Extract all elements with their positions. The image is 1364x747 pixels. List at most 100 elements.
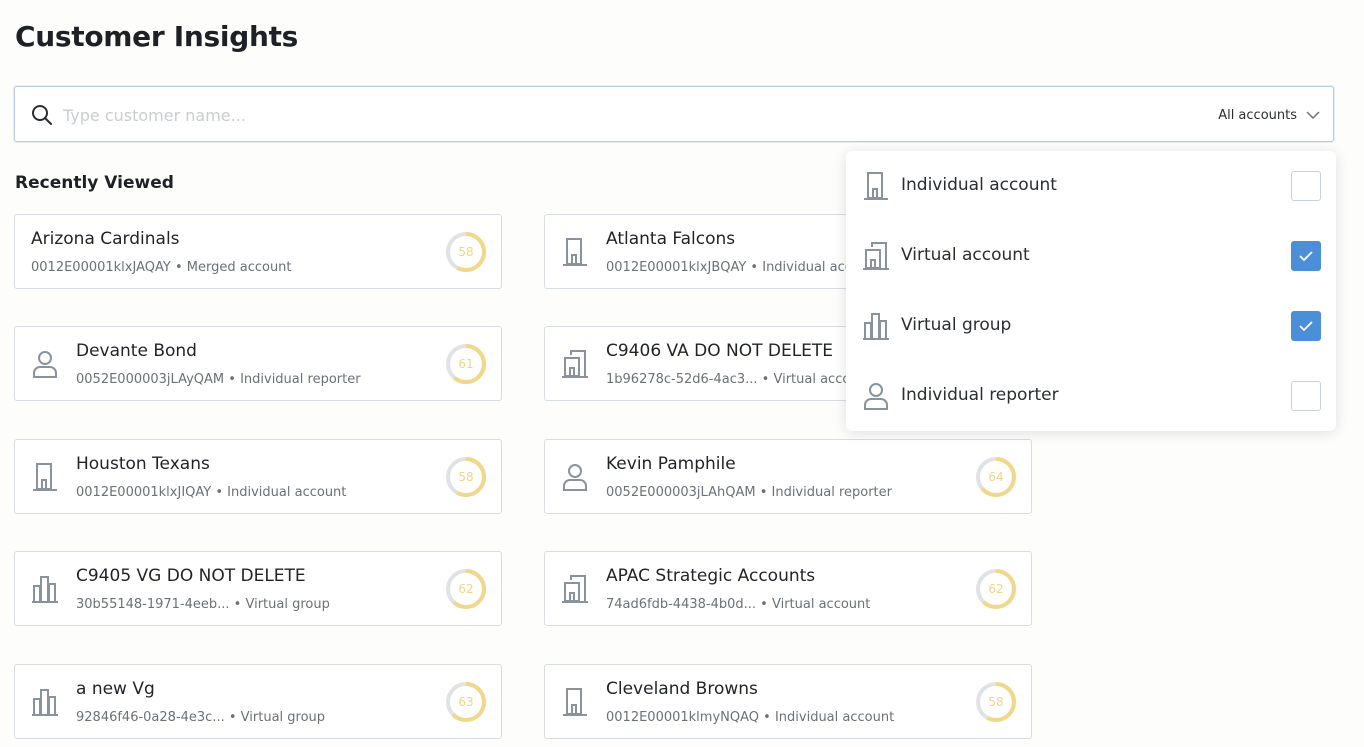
filter-option-label: Individual reporter bbox=[901, 385, 1059, 405]
filter-option[interactable]: Individual account bbox=[846, 151, 1336, 221]
check-icon bbox=[1299, 251, 1313, 262]
filter-option-label: Individual account bbox=[901, 175, 1057, 195]
recent-customer-card[interactable]: Arizona Cardinals 0012E00001klxJAQAY • Me… bbox=[14, 214, 502, 289]
recent-customer-card[interactable]: APAC Strategic Accounts 74ad6fdb-4438-4b0… bbox=[544, 551, 1032, 626]
customer-name: APAC Strategic Accounts bbox=[606, 566, 816, 586]
customer-meta: 0012E00001klmyNQAQ • Individual account bbox=[606, 710, 894, 725]
meta-separator: • bbox=[224, 372, 241, 387]
customer-id: 1b96278c-52d6-4ac3... bbox=[606, 372, 758, 387]
customer-type: Individual reporter bbox=[771, 485, 893, 500]
virtual-account-icon bbox=[561, 349, 589, 379]
score-value: 64 bbox=[988, 470, 1004, 484]
meta-separator: • bbox=[755, 485, 772, 500]
person-icon bbox=[862, 381, 890, 411]
customer-type: Individual account bbox=[774, 710, 895, 725]
building-icon bbox=[561, 237, 589, 267]
filter-option[interactable]: Individual reporter bbox=[846, 361, 1336, 431]
recent-customer-card[interactable]: Kevin Pamphile 0052E000003jLAhQAM • Indiv… bbox=[544, 439, 1032, 514]
score-value: 62 bbox=[458, 582, 474, 596]
customer-name: Kevin Pamphile bbox=[606, 454, 736, 474]
customer-id: 30b55148-1971-4eeb... bbox=[76, 597, 230, 612]
customer-meta: 30b55148-1971-4eeb... • Virtual group bbox=[76, 597, 330, 612]
building-icon bbox=[561, 687, 589, 717]
virtual-group-icon bbox=[31, 574, 59, 604]
check-icon bbox=[1299, 321, 1313, 332]
score-value: 58 bbox=[458, 470, 474, 484]
recent-customer-card[interactable]: C9405 VG DO NOT DELETE 30b55148-1971-4eeb… bbox=[14, 551, 502, 626]
meta-separator: • bbox=[756, 597, 772, 612]
score-value: 62 bbox=[988, 582, 1004, 596]
customer-id: 0012E00001klxJAQAY bbox=[31, 260, 171, 275]
customer-meta: 92846f46-0a28-4e3c... • Virtual group bbox=[76, 710, 325, 725]
search-icon bbox=[32, 105, 52, 125]
filter-option-checkbox[interactable] bbox=[1291, 171, 1321, 201]
customer-meta: 0052E000003jLAyQAM • Individual reporter bbox=[76, 372, 361, 387]
page-title: Customer Insights bbox=[15, 20, 299, 53]
filter-option-checkbox[interactable] bbox=[1291, 241, 1321, 271]
filter-option-checkbox[interactable] bbox=[1291, 381, 1321, 411]
customer-type: Individual reporter bbox=[240, 372, 361, 387]
score-value: 61 bbox=[458, 357, 474, 371]
virtual-account-icon bbox=[561, 574, 589, 604]
customer-id: 0012E00001klmyNQAQ bbox=[606, 710, 760, 725]
chevron-down-icon bbox=[1306, 111, 1320, 120]
meta-separator: • bbox=[224, 710, 241, 725]
account-filter-select[interactable]: All accounts bbox=[1218, 103, 1321, 127]
search-bar: All accounts bbox=[14, 86, 1334, 142]
recent-customer-card[interactable]: Cleveland Browns 0012E00001klmyNQAQ • Ind… bbox=[544, 664, 1032, 739]
filter-option-label: Virtual account bbox=[901, 245, 1030, 265]
customer-type: Individual account bbox=[227, 485, 347, 500]
virtual-account-icon bbox=[862, 241, 890, 271]
score-value: 63 bbox=[458, 695, 474, 709]
customer-name: C9405 VG DO NOT DELETE bbox=[76, 566, 306, 586]
customer-type: Virtual group bbox=[245, 597, 330, 612]
recently-viewed-title: Recently Viewed bbox=[15, 173, 174, 193]
customer-name: Atlanta Falcons bbox=[606, 229, 736, 249]
virtual-group-icon bbox=[31, 687, 59, 717]
customer-id: 0012E00001klxJIQAY bbox=[76, 485, 212, 500]
customer-type: Merged account bbox=[186, 260, 292, 275]
person-icon bbox=[31, 349, 59, 379]
customer-name: Cleveland Browns bbox=[606, 679, 758, 699]
customer-name: Arizona Cardinals bbox=[31, 229, 180, 249]
customer-type: Virtual group bbox=[240, 710, 326, 725]
meta-separator: • bbox=[746, 260, 763, 275]
account-type-dropdown: Individual account Virtual account Virtual… bbox=[846, 151, 1336, 431]
customer-meta: 1b96278c-52d6-4ac3... • Virtual account bbox=[606, 372, 872, 387]
customer-name: C9406 VA DO NOT DELETE bbox=[606, 341, 834, 361]
customer-type: Virtual account bbox=[771, 597, 871, 612]
meta-separator: • bbox=[229, 597, 246, 612]
score-value: 58 bbox=[458, 245, 474, 259]
filter-option-checkbox[interactable] bbox=[1291, 311, 1321, 341]
search-input[interactable] bbox=[61, 99, 965, 131]
building-icon bbox=[31, 462, 59, 492]
customer-meta: 0012E00001klxJBQAY • Individual account bbox=[606, 260, 881, 275]
customer-id: 74ad6fdb-4438-4b0d... bbox=[606, 597, 757, 612]
customer-name: a new Vg bbox=[76, 679, 155, 699]
meta-separator: • bbox=[757, 372, 774, 387]
filter-option[interactable]: Virtual group bbox=[846, 291, 1336, 361]
recent-customer-card[interactable]: Houston Texans 0012E00001klxJIQAY • Indiv… bbox=[14, 439, 502, 514]
customer-id: 0052E000003jLAhQAM bbox=[606, 485, 756, 500]
customer-name: Houston Texans bbox=[76, 454, 210, 474]
meta-separator: • bbox=[759, 710, 775, 725]
customer-meta: 0012E00001klxJAQAY • Merged account bbox=[31, 260, 292, 275]
recent-customer-card[interactable]: a new Vg 92846f46-0a28-4e3c... • Virtual … bbox=[14, 664, 502, 739]
virtual-group-icon bbox=[862, 311, 890, 341]
customer-meta: 0012E00001klxJIQAY • Individual account bbox=[76, 485, 346, 500]
filter-option[interactable]: Virtual account bbox=[846, 221, 1336, 291]
score-value: 58 bbox=[988, 695, 1004, 709]
customer-name: Devante Bond bbox=[76, 341, 197, 361]
filter-option-label: Virtual group bbox=[901, 315, 1012, 335]
customer-id: 0052E000003jLAyQAM bbox=[76, 372, 225, 387]
customer-id: 92846f46-0a28-4e3c... bbox=[76, 710, 225, 725]
person-icon bbox=[561, 462, 589, 492]
meta-separator: • bbox=[170, 260, 187, 275]
account-filter-label: All accounts bbox=[1218, 107, 1297, 123]
meta-separator: • bbox=[211, 485, 228, 500]
customer-meta: 0052E000003jLAhQAM • Individual reporter bbox=[606, 485, 892, 500]
recent-customer-card[interactable]: Devante Bond 0052E000003jLAyQAM • Individ… bbox=[14, 326, 502, 401]
customer-id: 0012E00001klxJBQAY bbox=[606, 260, 747, 275]
customer-meta: 74ad6fdb-4438-4b0d... • Virtual account bbox=[606, 597, 870, 612]
building-icon bbox=[862, 171, 890, 201]
